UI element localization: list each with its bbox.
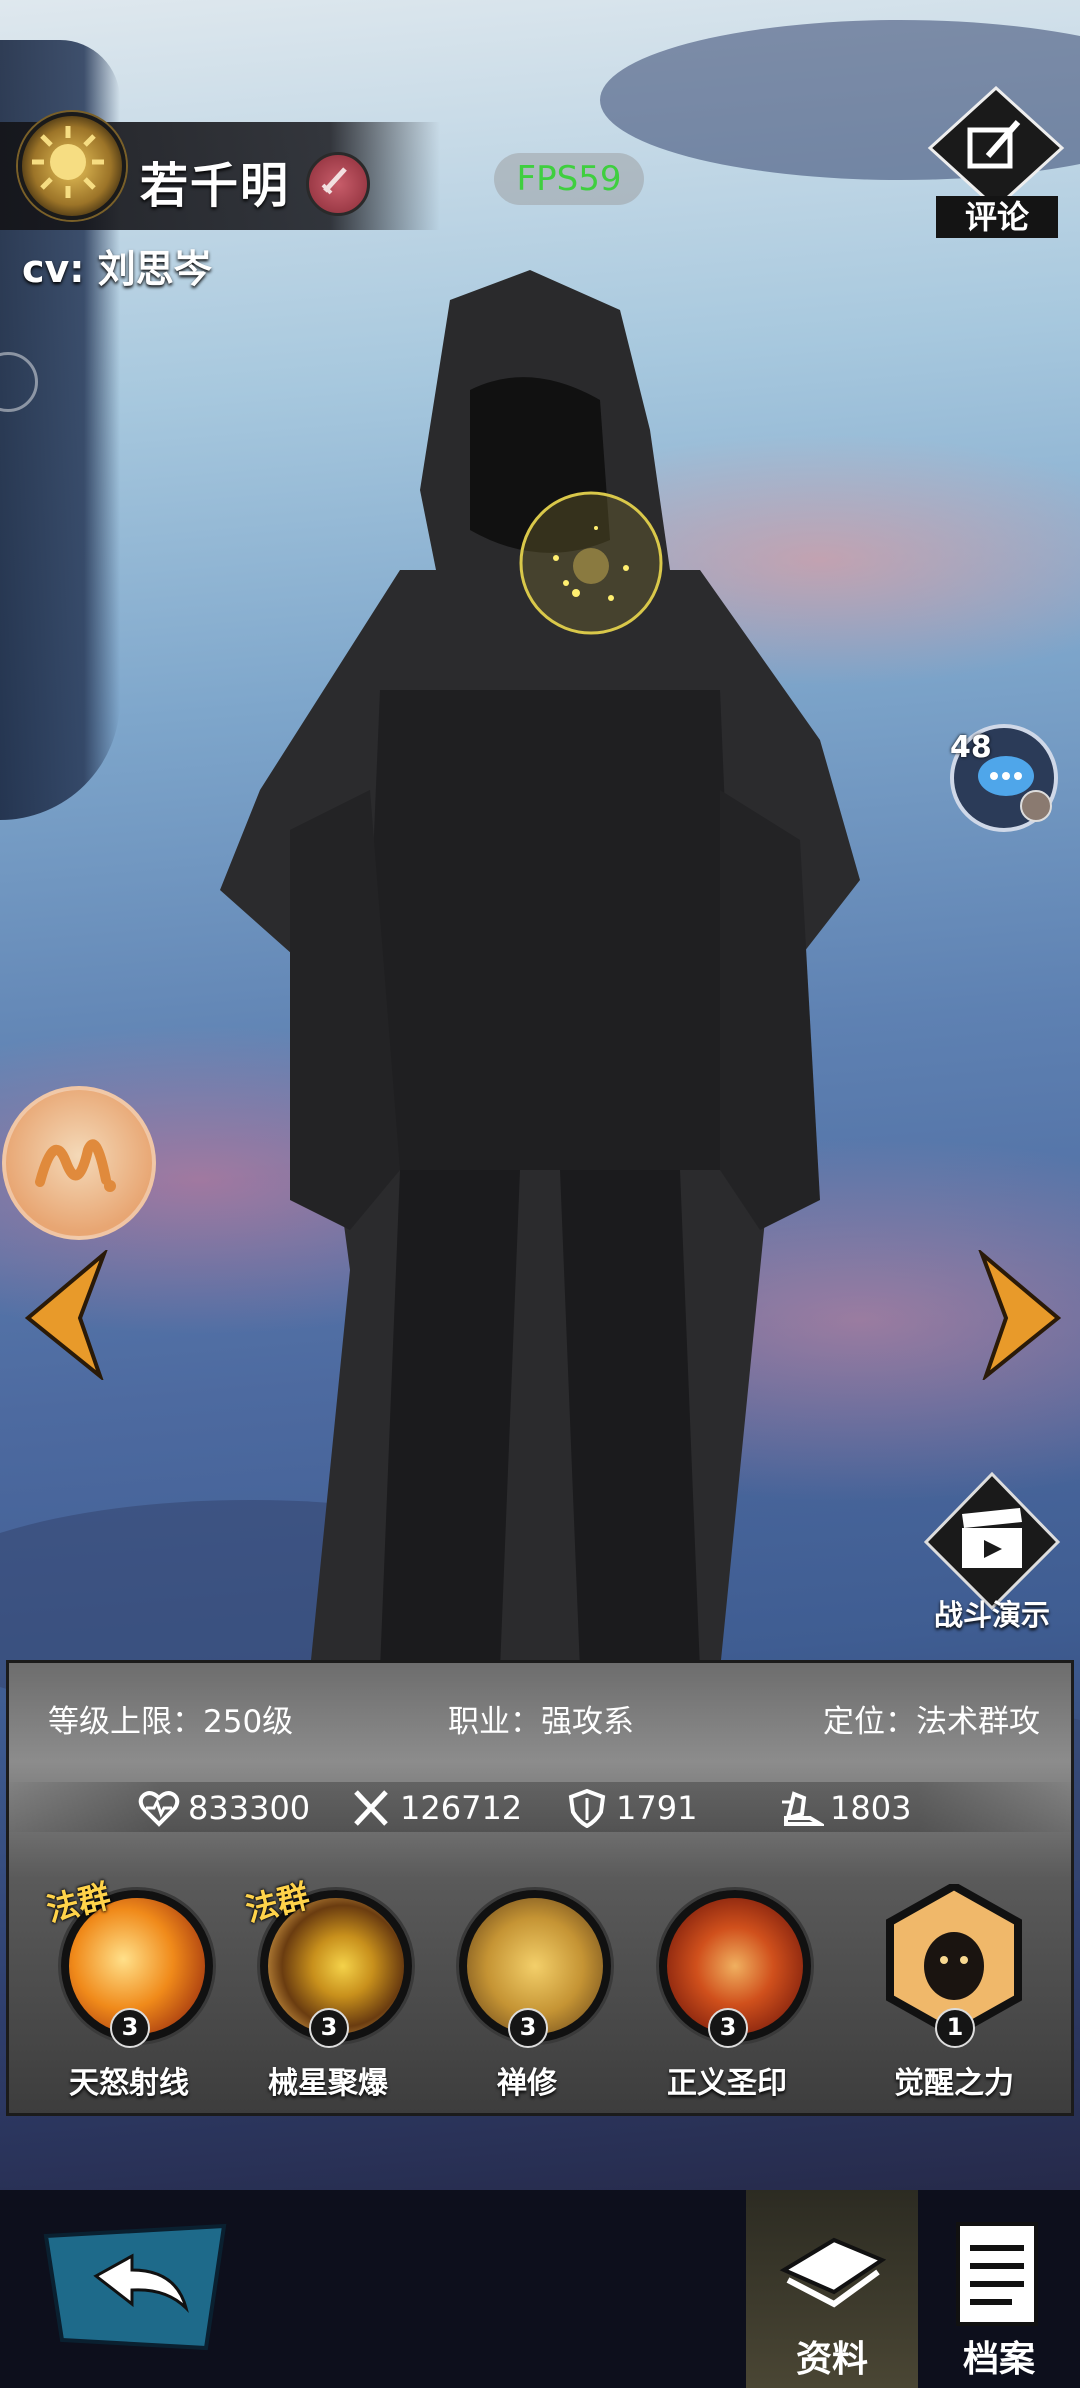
level-cap-text: 等级上限：250级 bbox=[48, 1704, 294, 1740]
hp-value: 833300 bbox=[188, 1789, 311, 1827]
skill-slot[interactable]: 法群 3 天怒射线 bbox=[43, 1877, 214, 2101]
skill-slot[interactable]: 法群 3 械星聚爆 bbox=[242, 1877, 413, 2101]
music-floating-button[interactable] bbox=[2, 1086, 156, 1240]
hero-class-sun-icon[interactable] bbox=[18, 112, 126, 220]
skill-level-badge: 3 bbox=[309, 2008, 349, 2048]
skill-slot[interactable]: 3 正义圣印 bbox=[642, 1890, 812, 2101]
tab-data-label: 资料 bbox=[795, 2339, 868, 2380]
fps-counter: FPS59 bbox=[494, 153, 644, 205]
shield-icon bbox=[568, 1788, 606, 1828]
m-logo-icon bbox=[35, 1139, 116, 1192]
skill-name: 械星聚爆 bbox=[268, 2066, 388, 2101]
attack-value: 126712 bbox=[400, 1789, 523, 1827]
hero-name: 若千明 bbox=[140, 158, 291, 214]
skill-slot[interactable]: 3 禅修 bbox=[442, 1890, 612, 2101]
skill-name: 禅修 bbox=[497, 2066, 557, 2101]
role-text: 定位：法术群攻 bbox=[823, 1704, 1040, 1740]
comment-button-label[interactable]: 评论 bbox=[936, 196, 1058, 238]
skill-level-badge: 3 bbox=[508, 2008, 548, 2048]
attack-stat: 126712 bbox=[350, 1786, 530, 1830]
awakening-skill-slot[interactable]: 1 觉醒之力 bbox=[869, 1884, 1039, 2101]
open-book-icon bbox=[779, 2237, 887, 2308]
skill-level-badge: 3 bbox=[110, 2008, 150, 2048]
next-hero-arrow-icon[interactable] bbox=[972, 1250, 1072, 1380]
previous-hero-arrow-icon[interactable] bbox=[14, 1250, 114, 1380]
skill-name: 觉醒之力 bbox=[894, 2066, 1014, 2101]
glowing-orb-effect bbox=[519, 491, 663, 635]
tab-archive-label: 档案 bbox=[962, 2339, 1035, 2380]
hooded-hero-figure bbox=[220, 270, 860, 1670]
tab-data[interactable]: 资料 bbox=[746, 2190, 918, 2388]
tab-archive[interactable]: 档案 bbox=[918, 2190, 1080, 2388]
profession-text: 职业：强攻系 bbox=[448, 1704, 634, 1740]
battle-demo-button[interactable] bbox=[922, 1472, 1062, 1612]
defense-value: 1791 bbox=[616, 1789, 698, 1827]
skill-name: 正义圣印 bbox=[667, 2066, 787, 2101]
sword-icon[interactable] bbox=[306, 152, 370, 216]
winged-boot-icon bbox=[782, 1791, 824, 1826]
back-button[interactable] bbox=[36, 2216, 232, 2356]
skill-level-badge: 1 bbox=[935, 2008, 975, 2048]
chat-unread-count: 48 bbox=[950, 730, 992, 765]
clapperboard-icon bbox=[962, 1508, 1022, 1568]
document-icon bbox=[956, 2222, 1038, 2326]
voice-actor-label: cv: 刘思岑 bbox=[22, 247, 212, 291]
skill-name: 天怒射线 bbox=[69, 2066, 189, 2101]
sun-icon bbox=[32, 126, 104, 198]
speed-value: 1803 bbox=[830, 1789, 912, 1827]
skill-level-badge: 3 bbox=[708, 2008, 748, 2048]
crossed-swords-icon bbox=[354, 1790, 388, 1826]
battle-demo-label[interactable]: 战斗演示 bbox=[920, 1592, 1064, 1634]
heart-icon bbox=[138, 1791, 180, 1827]
speed-stat: 1803 bbox=[780, 1786, 940, 1830]
hp-stat: 833300 bbox=[138, 1786, 318, 1830]
hero-info-row: 等级上限：250级 职业：强攻系 定位：法术群攻 bbox=[40, 1696, 1040, 1742]
defense-stat: 1791 bbox=[566, 1786, 716, 1830]
